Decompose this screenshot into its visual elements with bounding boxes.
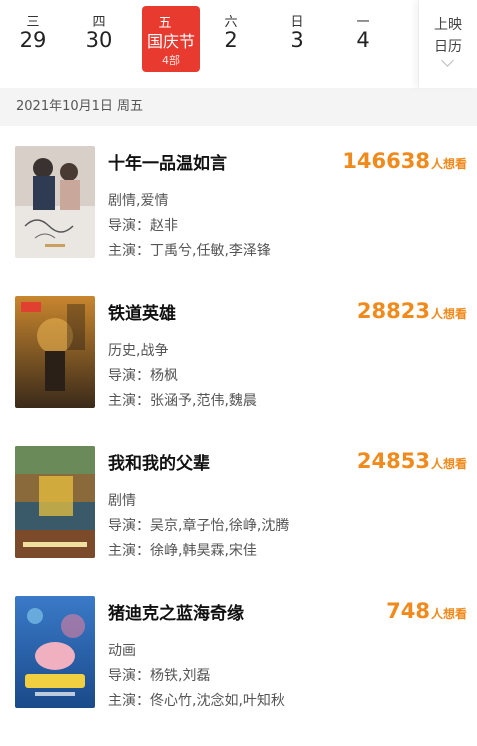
wish-unit: 人想看 [430, 457, 467, 471]
movie-title: 我和我的父辈 [108, 454, 210, 474]
movie-director: 导演：吴京,章子怡,徐峥,沈腾 [108, 518, 290, 534]
date-selector-bar: 三 29 四 30 五 国庆节 4部 六 2 日 3 一 4 上映 日历 [0, 0, 477, 88]
wish-number: 28823 [356, 299, 430, 323]
date-number: 2 [224, 28, 238, 52]
date-number: 3 [290, 28, 304, 52]
wish-unit: 人想看 [430, 607, 467, 621]
date-tab-wed[interactable]: 三 29 [0, 0, 66, 88]
movie-director: 导演：杨铁,刘磊 [108, 668, 211, 684]
date-tab-mon[interactable]: 一 4 [330, 0, 396, 88]
date-tabs: 三 29 四 30 五 国庆节 4部 六 2 日 3 一 4 [0, 0, 418, 88]
wish-unit: 人想看 [430, 307, 467, 321]
date-number: 29 [19, 28, 47, 52]
movie-item[interactable]: 十年一品温如言 146638人想看 剧情,爱情 导演：赵非 主演：丁禹兮,任敏,… [0, 146, 477, 296]
date-tab-thu[interactable]: 四 30 [66, 0, 132, 88]
movie-poster[interactable] [15, 596, 95, 708]
calendar-label-line1: 上映 [434, 17, 462, 33]
wish-unit: 人想看 [430, 157, 467, 171]
movie-title: 猪迪克之蓝海奇缘 [108, 604, 244, 624]
movie-cast: 主演：佟心竹,沈念如,叶知秋 [108, 693, 285, 709]
movie-item[interactable]: 我和我的父辈 24853人想看 剧情 导演：吴京,章子怡,徐峥,沈腾 主演：徐峥… [0, 446, 477, 596]
date-number: 4 [356, 28, 370, 52]
movie-cast: 主演：丁禹兮,任敏,李泽锋 [108, 243, 271, 259]
movie-genre: 剧情 [108, 493, 136, 509]
release-calendar-button[interactable]: 上映 日历 [418, 0, 477, 88]
movie-title: 十年一品温如言 [108, 154, 227, 174]
date-tab-sat[interactable]: 六 2 [198, 0, 264, 88]
movie-poster[interactable] [15, 146, 95, 258]
movie-title: 铁道英雄 [108, 304, 176, 324]
wish-number: 748 [386, 599, 430, 623]
chevron-down-icon [441, 54, 454, 67]
movie-item[interactable]: 铁道英雄 28823人想看 历史,战争 导演：杨枫 主演：张涵予,范伟,魏晨 [0, 296, 477, 446]
movie-genre: 历史,战争 [108, 343, 169, 359]
wish-count: 146638人想看 [342, 149, 467, 173]
movie-director: 导演：杨枫 [108, 368, 178, 384]
wish-count: 28823人想看 [357, 299, 467, 323]
movie-poster[interactable] [15, 446, 95, 558]
movie-poster[interactable] [15, 296, 95, 408]
wish-number: 24853 [356, 449, 430, 473]
movie-cast: 主演：徐峥,韩昊霖,宋佳 [108, 543, 257, 559]
movie-genre: 动画 [108, 643, 136, 659]
date-header: 2021年10月1日 周五 [0, 88, 477, 126]
wish-count: 748人想看 [386, 599, 467, 623]
wish-number: 146638 [342, 149, 430, 173]
holiday-name: 国庆节 [146, 32, 195, 51]
movie-genre: 剧情,爱情 [108, 193, 169, 209]
movie-cast: 主演：张涵予,范伟,魏晨 [108, 393, 257, 409]
date-tab-national-day[interactable]: 五 国庆节 4部 [132, 0, 200, 88]
date-tab-sun[interactable]: 日 3 [264, 0, 330, 88]
movie-count: 4部 [162, 54, 180, 67]
movie-director: 导演：赵非 [108, 218, 178, 234]
wish-count: 24853人想看 [357, 449, 467, 473]
date-number: 30 [85, 28, 113, 52]
calendar-label-line2: 日历 [434, 39, 462, 55]
